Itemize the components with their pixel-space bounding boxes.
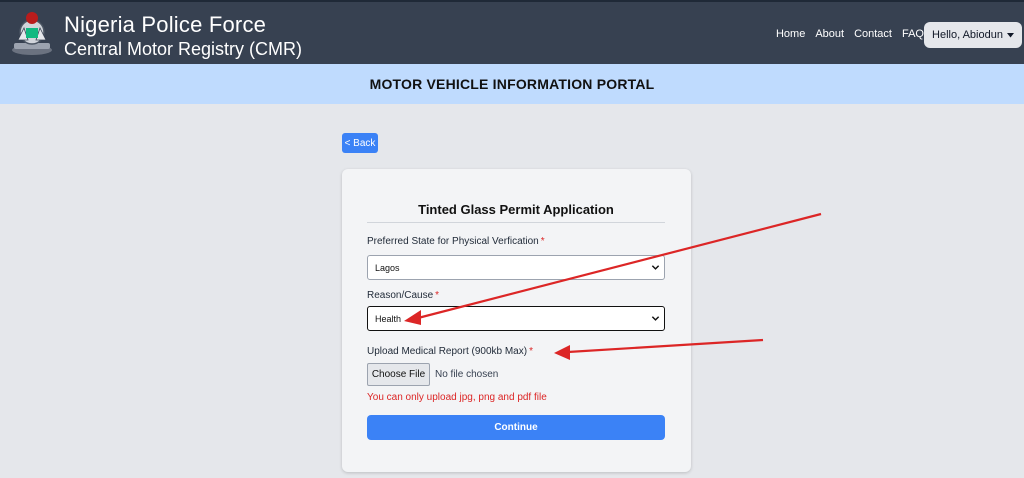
required-mark: * <box>529 346 533 357</box>
state-label: Preferred State for Physical Verfication… <box>367 236 545 247</box>
chevron-down-icon <box>651 316 660 321</box>
reason-label: Reason/Cause * <box>367 290 440 301</box>
portal-banner: MOTOR VEHICLE INFORMATION PORTAL <box>0 64 1024 104</box>
choose-file-button[interactable]: Choose File <box>367 363 430 386</box>
nav-about[interactable]: About <box>815 28 844 40</box>
state-select-value: Lagos <box>375 262 400 273</box>
form-divider <box>367 222 665 223</box>
continue-button[interactable]: Continue <box>367 415 665 440</box>
police-crest-logo-icon <box>12 12 52 55</box>
state-select[interactable]: Lagos <box>367 255 665 280</box>
chevron-down-icon <box>651 265 660 270</box>
nav-faq[interactable]: FAQ <box>902 28 924 40</box>
user-greeting: Hello, Abiodun <box>932 29 1003 41</box>
main-nav: Home About Contact FAQ <box>776 28 924 40</box>
upload-label: Upload Medical Report (900kb Max) * <box>367 346 533 357</box>
required-mark: * <box>540 236 545 247</box>
top-navbar: Nigeria Police Force Central Motor Regis… <box>0 0 1024 64</box>
reason-select-value: Health <box>375 313 402 324</box>
upload-error-message: You can only upload jpg, png and pdf fil… <box>367 392 547 403</box>
nav-contact[interactable]: Contact <box>854 28 892 40</box>
permit-form-card: Tinted Glass Permit Application Preferre… <box>342 169 691 472</box>
portal-title: MOTOR VEHICLE INFORMATION PORTAL <box>369 76 655 92</box>
required-mark: * <box>435 290 440 301</box>
user-menu-button[interactable]: Hello, Abiodun <box>924 22 1022 48</box>
file-status-text: No file chosen <box>435 369 499 380</box>
reason-select[interactable]: Health <box>367 306 665 331</box>
form-title: Tinted Glass Permit Application <box>418 202 614 217</box>
site-subtitle: Central Motor Registry (CMR) <box>64 39 303 59</box>
site-title: Nigeria Police Force <box>64 12 267 37</box>
back-button[interactable]: < Back <box>342 133 378 153</box>
nav-home[interactable]: Home <box>776 28 805 40</box>
caret-down-icon <box>1006 32 1014 37</box>
